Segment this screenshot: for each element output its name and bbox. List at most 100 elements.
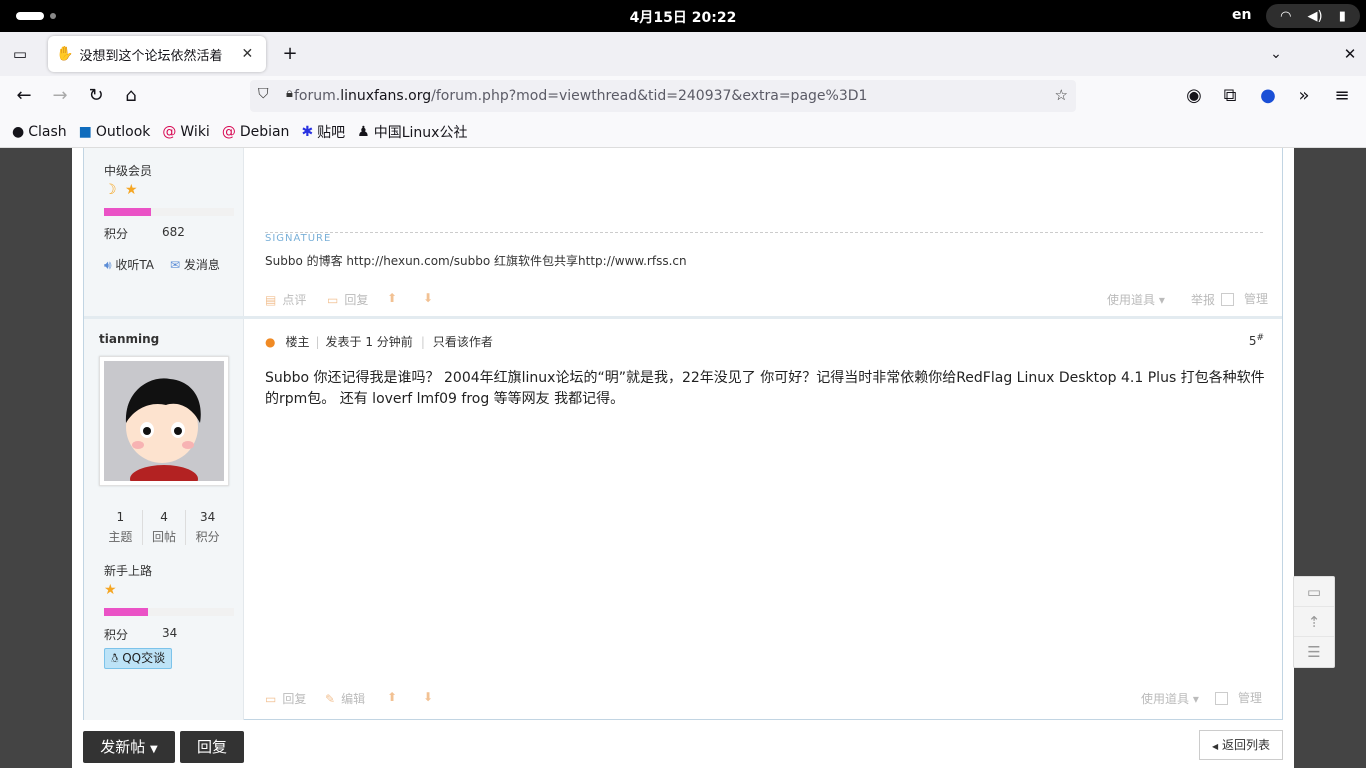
meta-divider: | [420, 334, 425, 349]
battery-icon: ▮ [1338, 8, 1346, 24]
system-clock[interactable]: 4月15日 20:22 [0, 7, 1366, 27]
prev-author-progress [104, 208, 234, 216]
author-name[interactable]: tianming [99, 332, 159, 346]
bookmark-clash[interactable]: ● Clash [12, 124, 67, 140]
upvote-action[interactable]: ⬆ [387, 690, 403, 704]
post-body: Subbo 你还记得我是谁吗？ 2004年红旗linux论坛的“明”就是我，22… [265, 370, 1265, 407]
close-window-icon[interactable]: ✕ [1338, 42, 1362, 66]
floor-number[interactable]: 5# [1249, 333, 1264, 348]
input-language[interactable]: en [1232, 7, 1251, 23]
bookmarks-toolbar: ● Clash ■ Outlook @ Wiki @ Debian ✱ 贴吧 ♟ 中国Lin… [0, 116, 1366, 148]
tools-menu[interactable]: 使用道具 ▾ [1141, 690, 1199, 707]
post-time: 发表于 1 分钟前 [325, 335, 413, 349]
stat-threads[interactable]: 1 主题 [99, 510, 143, 545]
report-link[interactable]: 举报 [1191, 291, 1215, 308]
manage-checkbox[interactable] [1221, 293, 1234, 306]
star-icon: ★ [125, 182, 138, 198]
tab-overview-icon[interactable]: ▭ [8, 42, 32, 66]
list-tabs-icon[interactable]: ⌄ [1264, 42, 1288, 66]
user-icon: ● [265, 334, 276, 349]
app-menu-icon[interactable]: ≡ [1330, 84, 1354, 108]
downvote-action[interactable]: ⬇ [423, 291, 439, 305]
extensions-icon[interactable]: ⧉ [1218, 84, 1242, 108]
account-icon[interactable]: ◉ [1182, 84, 1206, 108]
thumb-up-icon: ⬆ [387, 291, 398, 305]
progress-fill [104, 208, 151, 216]
debian-swirl-icon: @ [162, 123, 177, 140]
downvote-action[interactable]: ⬇ [423, 690, 439, 704]
lock-icon[interactable]: 🔒︎ [286, 86, 293, 101]
stat-points[interactable]: 34 积分 [186, 510, 229, 545]
signature-text: Subbo 的博客 http://hexun.com/subbo 红旗软件包共享… [265, 254, 687, 268]
bookmark-wiki[interactable]: @ Wiki [162, 124, 209, 140]
forward-icon[interactable]: → [48, 84, 72, 108]
navigation-bar: ← → ↻ ⌂ ⛉ 🔒︎ forum.linuxfans.org/forum.p… [0, 76, 1366, 116]
thumb-down-icon: ⬇ [423, 690, 434, 704]
manage-checkbox[interactable] [1215, 692, 1228, 705]
points-value: 34 [162, 626, 178, 640]
send-message-link[interactable]: ✉ 发消息 [170, 256, 220, 273]
tab-bar: ▭ ✋ 没想到这个论坛依然活着 ✕ + ⌄ ✕ [0, 32, 1366, 76]
manage-control[interactable]: 管理 [1221, 290, 1268, 307]
outlook-icon: ■ [78, 123, 92, 140]
close-tab-icon[interactable]: ✕ [241, 46, 253, 62]
avatar[interactable] [99, 356, 229, 493]
page-viewport: 中级会员 ☽ ★ 积分 682 🔊︎ 收听TA ✉ 发消息 SIGNATURE … [0, 148, 1366, 768]
return-list-icon[interactable]: ☰ [1294, 637, 1334, 667]
new-thread-button[interactable]: 发新帖 ▼ [83, 731, 175, 763]
system-top-bar: 4月15日 20:22 en ◠ ◀) ▮ [0, 0, 1366, 32]
quick-reply-icon[interactable]: ▭ [1294, 577, 1334, 607]
reply-action[interactable]: ▭ 回复 [265, 690, 306, 707]
bookmark-tieba[interactable]: ✱ 贴吧 [301, 122, 345, 142]
tab-favicon-icon: ✋ [56, 46, 74, 62]
overflow-menu-icon[interactable]: » [1292, 84, 1316, 108]
system-status-menu[interactable]: ◠ ◀) ▮ [1266, 4, 1360, 28]
signature-heading: SIGNATURE [265, 233, 332, 244]
qq-penguin-icon: 🐧︎ [111, 651, 119, 665]
follow-link[interactable]: 🔊︎ 收听TA [104, 256, 154, 273]
op-label: 楼主 [285, 335, 310, 349]
signature-divider [265, 232, 1263, 233]
follow-icon: 🔊︎ [104, 258, 112, 272]
star-icon: ★ [104, 582, 117, 598]
comment-icon: ▤ [265, 292, 277, 307]
tools-menu[interactable]: 使用道具 ▾ [1107, 291, 1165, 308]
points-label: 积分 [104, 628, 129, 642]
upvote-action[interactable]: ⬆ [387, 291, 403, 305]
caret-left-icon: ◀ [1212, 742, 1219, 751]
back-icon[interactable]: ← [12, 84, 36, 108]
active-tab[interactable]: ✋ 没想到这个论坛依然活着 ✕ [48, 36, 266, 72]
post-list: 中级会员 ☽ ★ 积分 682 🔊︎ 收听TA ✉ 发消息 SIGNATURE … [83, 148, 1283, 720]
qq-chat-button[interactable]: 🐧︎ QQ交谈 [104, 648, 173, 669]
url-text[interactable]: forum.linuxfans.org/forum.php?mod=viewth… [294, 88, 867, 104]
moon-icon: ☽ [104, 182, 117, 198]
only-author-link[interactable]: 只看该作者 [433, 333, 493, 350]
address-bar[interactable]: ⛉ 🔒︎ forum.linuxfans.org/forum.php?mod=v… [250, 80, 1076, 112]
pencil-icon: ✎ [325, 691, 336, 706]
bookmark-debian[interactable]: @ Debian [222, 124, 290, 140]
tab-title: 没想到这个论坛依然活着 [79, 48, 223, 64]
reply-icon: ▭ [327, 292, 339, 307]
home-icon[interactable]: ⌂ [119, 84, 143, 108]
shield-icon[interactable]: ⛉ [258, 86, 269, 102]
post-content: ● 楼主 | 发表于 1 分钟前 | 只看该作者 5# Subbo 你还记得我是… [245, 319, 1282, 720]
bookmark-star-icon[interactable]: ☆ [1055, 86, 1068, 104]
reply-button[interactable]: 回复 [180, 731, 244, 763]
reload-icon[interactable]: ↻ [84, 84, 108, 108]
reply-action[interactable]: ▭ 回复 [327, 291, 368, 308]
comment-action[interactable]: ▤ 点评 [265, 291, 306, 308]
back-to-top-icon[interactable]: ⇡ [1294, 607, 1334, 637]
stat-replies[interactable]: 4 回帖 [143, 510, 187, 545]
tux-icon: ♟ [357, 123, 370, 140]
manage-control[interactable]: 管理 [1215, 689, 1262, 706]
rank-icons: ☽ ★ [104, 182, 138, 198]
edit-action[interactable]: ✎ 编辑 [325, 690, 365, 707]
new-tab-icon[interactable]: + [278, 42, 302, 66]
bookmark-linux-commune[interactable]: ♟ 中国Linux公社 [357, 122, 467, 142]
bookmark-outlook[interactable]: ■ Outlook [79, 124, 151, 140]
back-to-list-button[interactable]: ◀ 返回列表 [1199, 730, 1283, 760]
paw-icon: ✱ [301, 123, 314, 140]
extension-vpn-icon[interactable]: ● [1256, 84, 1280, 108]
thumb-down-icon: ⬇ [423, 291, 434, 305]
prev-post-author-panel: 中级会员 ☽ ★ 积分 682 🔊︎ 收听TA ✉ 发消息 [84, 148, 244, 316]
